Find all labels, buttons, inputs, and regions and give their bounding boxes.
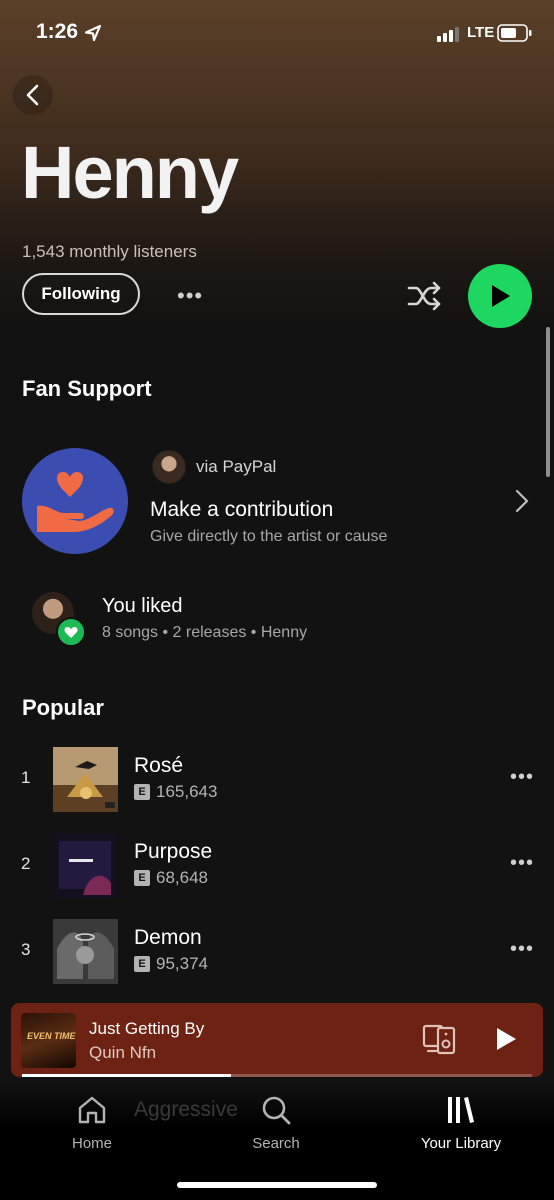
track-rank: 2 bbox=[21, 854, 31, 873]
track-meta: E 95,374 bbox=[134, 954, 208, 974]
track-meta: E 68,648 bbox=[134, 868, 208, 888]
artwork-lettering: EVEN TIME bbox=[27, 1031, 76, 1041]
explicit-badge: E bbox=[134, 956, 150, 972]
nav-search-label[interactable]: Search bbox=[211, 1135, 341, 1152]
mini-play-icon[interactable] bbox=[493, 1025, 519, 1053]
track-more-button[interactable]: ••• bbox=[510, 766, 534, 789]
fan-support-title: Fan Support bbox=[22, 376, 152, 401]
now-playing-bar[interactable]: EVEN TIME Just Getting By Quin Nfn bbox=[11, 1003, 543, 1077]
now-playing-artwork: EVEN TIME bbox=[21, 1013, 76, 1068]
chevron-right-icon[interactable] bbox=[512, 487, 532, 515]
cellular-signal-icon bbox=[437, 27, 459, 42]
battery-icon bbox=[497, 24, 532, 42]
track-row[interactable]: 1 Rosé E 165,643 ••• bbox=[0, 744, 554, 814]
explicit-badge: E bbox=[134, 870, 150, 886]
contribution-subtitle: Give directly to the artist or cause bbox=[150, 528, 388, 545]
heart-in-hand-icon bbox=[37, 472, 114, 532]
track-plays: 68,648 bbox=[156, 868, 208, 887]
track-title: Rosé bbox=[134, 754, 184, 777]
nav-home[interactable] bbox=[27, 1094, 157, 1131]
track-rank: 3 bbox=[21, 940, 31, 959]
track-plays: 165,643 bbox=[156, 782, 218, 801]
library-icon bbox=[448, 1097, 474, 1123]
track-meta: E 165,643 bbox=[134, 782, 217, 802]
home-indicator bbox=[177, 1182, 377, 1188]
playback-progress-bar[interactable] bbox=[22, 1074, 532, 1077]
now-playing-artist: Quin Nfn bbox=[89, 1043, 157, 1062]
search-icon bbox=[262, 1096, 291, 1125]
status-time: 1:26 bbox=[36, 20, 79, 43]
home-icon bbox=[78, 1096, 106, 1124]
play-icon bbox=[492, 285, 510, 307]
you-liked-subtitle: 8 songs • 2 releases • Henny bbox=[102, 624, 308, 641]
track-plays: 95,374 bbox=[156, 954, 208, 973]
now-playing-title: Just Getting By bbox=[89, 1019, 205, 1038]
fan-support-artwork[interactable] bbox=[22, 448, 128, 554]
nav-search[interactable] bbox=[211, 1094, 341, 1131]
track-more-button[interactable]: ••• bbox=[510, 852, 534, 875]
scrollbar[interactable] bbox=[546, 327, 550, 477]
explicit-badge: E bbox=[134, 784, 150, 800]
heart-icon bbox=[64, 626, 78, 638]
following-button[interactable]: Following bbox=[22, 273, 140, 315]
payment-provider: via PayPal bbox=[196, 457, 277, 476]
playback-progress-fill bbox=[22, 1074, 232, 1077]
contribution-title[interactable]: Make a contribution bbox=[150, 498, 333, 522]
track-rank: 1 bbox=[21, 768, 31, 787]
track-more-button[interactable]: ••• bbox=[510, 938, 534, 961]
track-title: Demon bbox=[134, 926, 202, 949]
play-button[interactable] bbox=[468, 264, 532, 328]
track-row[interactable]: 3 Demon E 95,374 ••• bbox=[0, 916, 554, 986]
monthly-listeners: 1,543 monthly listeners bbox=[22, 242, 197, 261]
location-arrow-icon bbox=[84, 24, 102, 42]
track-artwork bbox=[53, 919, 118, 984]
artist-name: Henny bbox=[21, 131, 239, 214]
track-title: Purpose bbox=[134, 840, 213, 863]
nav-home-label[interactable]: Home bbox=[27, 1135, 157, 1152]
you-liked-title[interactable]: You liked bbox=[102, 595, 182, 618]
track-artwork bbox=[53, 747, 118, 812]
artist-avatar-small bbox=[152, 450, 186, 484]
connect-device-icon[interactable] bbox=[422, 1023, 458, 1055]
back-button[interactable] bbox=[13, 75, 53, 115]
track-row[interactable]: 2 Purpose E 68,648 ••• bbox=[0, 830, 554, 900]
status-bar: 1:26 LTE bbox=[0, 0, 554, 66]
more-options-button[interactable]: ••• bbox=[177, 283, 203, 309]
chevron-left-icon bbox=[26, 84, 39, 106]
liked-heart-badge bbox=[56, 617, 86, 647]
nav-library[interactable] bbox=[396, 1094, 526, 1131]
nav-library-label[interactable]: Your Library bbox=[396, 1135, 526, 1152]
network-type: LTE bbox=[467, 24, 495, 41]
popular-title: Popular bbox=[22, 695, 104, 720]
shuffle-icon[interactable] bbox=[407, 280, 443, 312]
track-artwork bbox=[53, 833, 118, 898]
